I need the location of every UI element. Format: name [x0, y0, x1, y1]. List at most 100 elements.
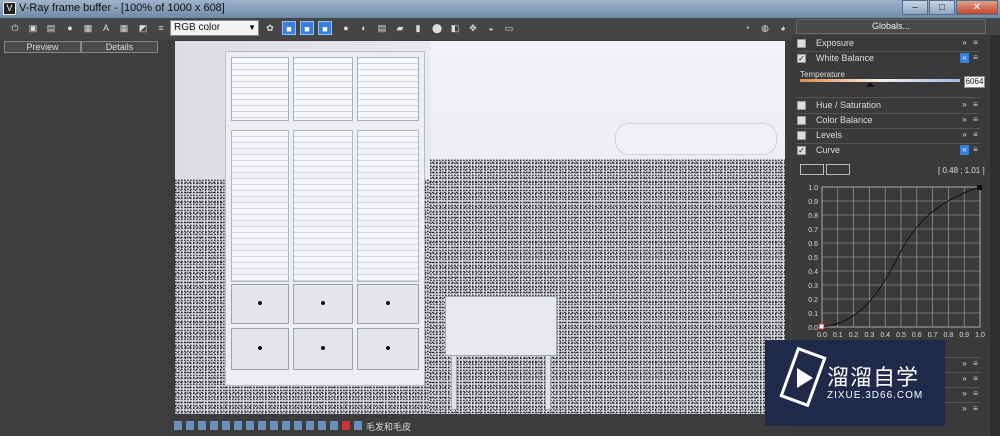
status-text: 毛发和毛皮: [366, 422, 412, 432]
render-viewport[interactable]: [175, 41, 785, 414]
menu-icon[interactable]: ≡: [971, 115, 980, 125]
lens-icon[interactable]: ◩: [136, 21, 150, 35]
section-curve[interactable]: ✓ Curve «≡: [796, 144, 980, 157]
section-white-balance[interactable]: ✓ White Balance «≡: [796, 52, 980, 65]
left-panel: Preview Details: [0, 40, 168, 436]
green-channel-icon[interactable]: ■: [300, 21, 314, 35]
stop-icon[interactable]: ⬤: [430, 21, 444, 35]
move-icon[interactable]: ✥: [466, 21, 480, 35]
menu-icon[interactable]: ≡: [971, 53, 980, 63]
curve-point[interactable]: [818, 323, 825, 330]
curve-point[interactable]: [977, 185, 982, 190]
history-icon[interactable]: ▤: [44, 21, 58, 35]
menu-icon[interactable]: ≡: [971, 389, 980, 399]
status-icon[interactable]: [282, 421, 290, 430]
color-wheel-icon[interactable]: ✿: [263, 21, 277, 35]
tab-preview[interactable]: Preview: [4, 41, 81, 53]
section-exposure[interactable]: Exposure » ≡: [796, 37, 980, 50]
status-icon[interactable]: [174, 421, 182, 430]
image-icon[interactable]: ▦: [81, 21, 95, 35]
status-icon[interactable]: [294, 421, 302, 430]
sphere-icon[interactable]: ●: [63, 21, 77, 35]
status-icon[interactable]: [198, 421, 206, 430]
curve-save-button[interactable]: [826, 164, 850, 175]
x-tick-label: 0.0: [817, 332, 827, 339]
chevron-expand-icon[interactable]: »: [960, 38, 969, 48]
letter-a-icon[interactable]: A: [99, 21, 113, 35]
close-button[interactable]: ✕: [956, 0, 998, 15]
chevron-expand-icon[interactable]: »: [960, 389, 969, 399]
status-icon[interactable]: [186, 421, 194, 430]
menu-icon[interactable]: ≡: [154, 21, 168, 35]
menu-icon[interactable]: ≡: [971, 404, 980, 414]
chevron-expand-icon[interactable]: »: [960, 130, 969, 140]
menu-icon[interactable]: ≡: [971, 100, 980, 110]
status-icon[interactable]: [342, 421, 350, 430]
globals-button[interactable]: Globals...: [796, 19, 986, 34]
red-channel-icon[interactable]: ■: [282, 21, 296, 35]
status-icon[interactable]: [354, 421, 362, 430]
save-image-icon[interactable]: ▤: [375, 21, 389, 35]
watermark-url: ZIXUE.3D66.COM: [827, 390, 924, 401]
curve-load-button[interactable]: [800, 164, 824, 175]
power-icon[interactable]: ⏻: [8, 21, 22, 35]
status-icon[interactable]: [234, 421, 242, 430]
chevron-expand-icon[interactable]: »: [960, 359, 969, 369]
chevron-expand-icon[interactable]: »: [960, 115, 969, 125]
lower-door: [231, 130, 289, 282]
channel-select[interactable]: RGB color ▼: [170, 20, 259, 36]
status-icon[interactable]: [318, 421, 326, 430]
menu-icon[interactable]: ≡: [971, 145, 980, 155]
status-icon[interactable]: [222, 421, 230, 430]
curve-checkbox[interactable]: ✓: [797, 146, 806, 155]
alpha-icon[interactable]: ◐: [357, 21, 371, 35]
folder-icon[interactable]: ▰: [393, 21, 407, 35]
menu-icon[interactable]: ≡: [971, 374, 980, 384]
save-icon[interactable]: ▣: [26, 21, 40, 35]
white-balance-checkbox[interactable]: ✓: [797, 54, 806, 63]
curve-graph[interactable]: 1.0 0.9 0.8 0.7 0.6 0.5 0.4 0.3 0.2 0.1 …: [800, 183, 986, 339]
monitor-icon[interactable]: ▭: [502, 21, 516, 35]
white-dot-icon[interactable]: ●: [339, 21, 353, 35]
status-icon[interactable]: [330, 421, 338, 430]
drawer-knob: [321, 301, 325, 305]
section-label: Color Balance: [816, 115, 873, 125]
bucket-icon[interactable]: ◒: [484, 21, 498, 35]
chevron-expand-icon[interactable]: »: [960, 374, 969, 384]
render-icon[interactable]: ◕: [776, 21, 790, 35]
temperature-slider[interactable]: [800, 79, 960, 82]
status-icon[interactable]: [246, 421, 254, 430]
x-tick-label: 0.3: [865, 332, 875, 339]
region-icon[interactable]: ◧: [448, 21, 462, 35]
chevron-expand-icon[interactable]: »: [960, 100, 969, 110]
right-panel-scrollbar[interactable]: [990, 35, 1000, 436]
status-icon[interactable]: [306, 421, 314, 430]
minimize-button[interactable]: –: [902, 0, 928, 15]
section-levels[interactable]: Levels » ≡: [796, 129, 980, 142]
temperature-value-field[interactable]: 6064: [964, 76, 985, 88]
tab-details[interactable]: Details: [81, 41, 158, 53]
section-color-balance[interactable]: Color Balance » ≡: [796, 114, 980, 127]
clipboard-icon[interactable]: ▮: [411, 21, 425, 35]
maximize-button[interactable]: □: [929, 0, 955, 15]
status-icon[interactable]: [210, 421, 218, 430]
chevron-collapse-icon[interactable]: «: [960, 145, 969, 155]
menu-icon[interactable]: ≡: [971, 130, 980, 140]
curve-coordinates: [ 0.48 ; 1.01 ]: [938, 166, 985, 175]
hue-saturation-checkbox[interactable]: [797, 101, 806, 110]
exposure-checkbox[interactable]: [797, 39, 806, 48]
grid-icon[interactable]: ▦: [117, 21, 131, 35]
chevron-collapse-icon[interactable]: «: [960, 53, 969, 63]
temperature-handle[interactable]: [866, 82, 874, 87]
teapot-icon[interactable]: ◔: [740, 21, 754, 35]
blue-channel-icon[interactable]: ■: [318, 21, 332, 35]
menu-icon[interactable]: ≡: [971, 38, 980, 48]
color-balance-checkbox[interactable]: [797, 116, 806, 125]
status-icon[interactable]: [270, 421, 278, 430]
levels-checkbox[interactable]: [797, 131, 806, 140]
section-hue-saturation[interactable]: Hue / Saturation » ≡: [796, 99, 980, 112]
chevron-expand-icon[interactable]: »: [960, 404, 969, 414]
menu-icon[interactable]: ≡: [971, 359, 980, 369]
globe-icon[interactable]: ◍: [758, 21, 772, 35]
status-icon[interactable]: [258, 421, 266, 430]
